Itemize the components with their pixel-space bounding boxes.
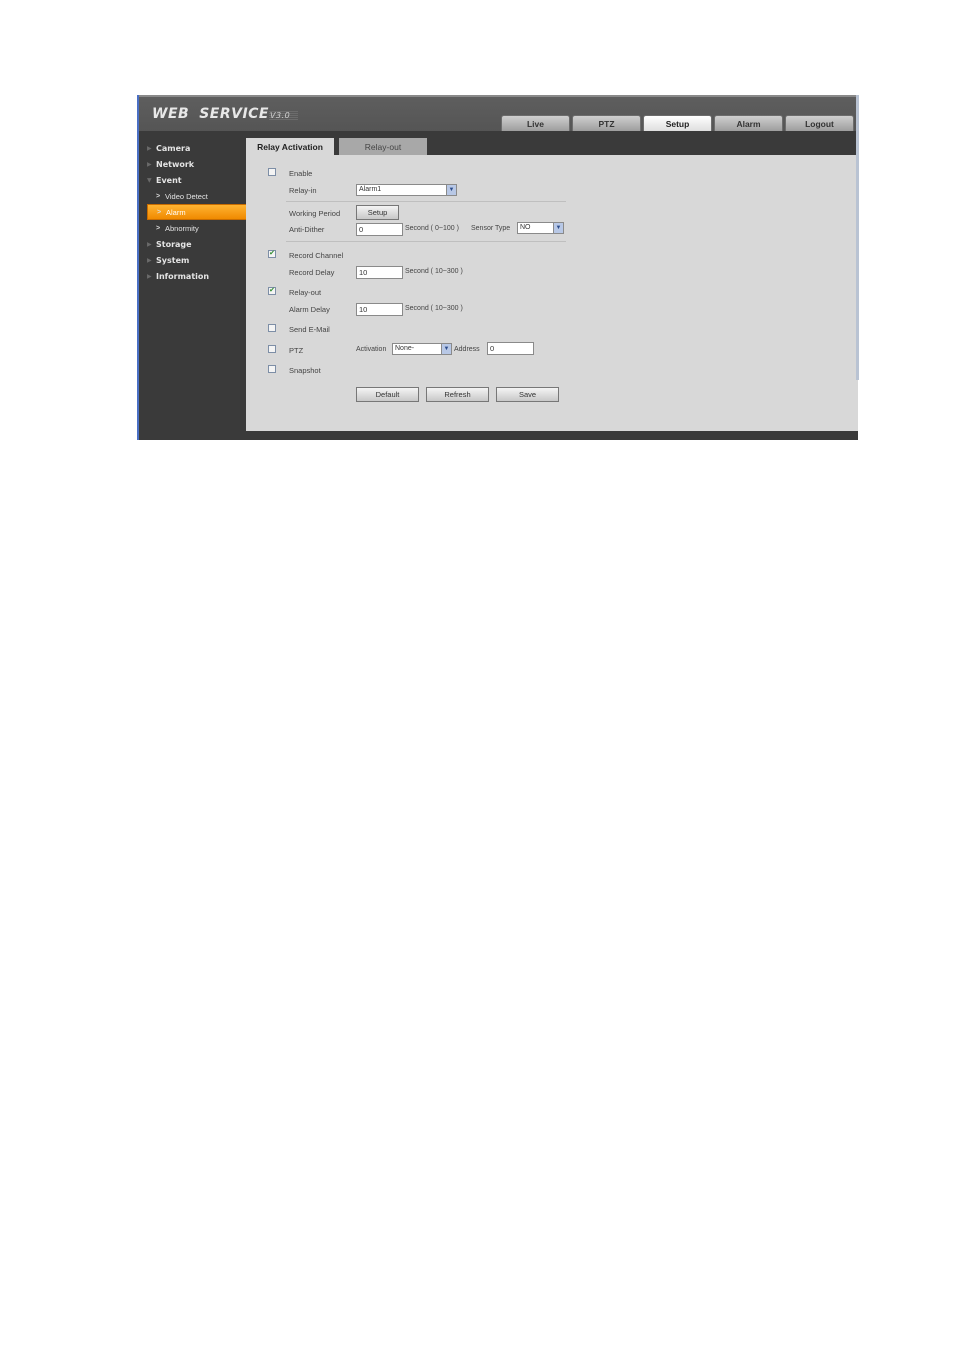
- content-tabs: Relay Activation Relay-out: [246, 138, 427, 155]
- settings-panel: Enable Relay-in Alarm1 ▼ Working Period …: [246, 155, 858, 431]
- ptz-checkbox[interactable]: [268, 345, 276, 353]
- sidebar-subitem-label: Video Detect: [165, 191, 208, 201]
- triangle-down-icon: ▼: [147, 176, 152, 184]
- sensor-type-label: Sensor Type: [471, 225, 511, 232]
- header-bar: WEB SERVICEV3.0 Live PTZ Setup Alarm Logo…: [139, 95, 858, 132]
- save-button[interactable]: Save: [496, 387, 559, 402]
- record-delay-input[interactable]: 10: [356, 266, 403, 279]
- logo-service: SERVICE: [199, 106, 269, 122]
- sidebar-item-network[interactable]: ▶ Network: [147, 156, 247, 172]
- sidebar-subitem-label: Alarm: [166, 207, 186, 217]
- triangle-right-icon: ▶: [147, 256, 152, 264]
- nav-tab-alarm[interactable]: Alarm: [714, 115, 783, 132]
- sidebar-subitem-video-detect[interactable]: > Video Detect: [147, 188, 247, 204]
- default-button[interactable]: Default: [356, 387, 419, 402]
- chevron-down-icon[interactable]: ▼: [553, 223, 563, 233]
- sidebar-item-information[interactable]: ▶ Information: [147, 268, 247, 284]
- relay-in-select[interactable]: Alarm1 ▼: [356, 184, 457, 196]
- anti-dither-unit: Second ( 0~100 ): [405, 225, 459, 232]
- sidebar-item-storage[interactable]: ▶ Storage: [147, 236, 247, 252]
- anti-dither-input[interactable]: 0: [356, 223, 403, 236]
- sidebar-item-event[interactable]: ▼ Event: [147, 172, 247, 188]
- alarm-delay-label: Alarm Delay: [289, 305, 330, 314]
- snapshot-checkbox[interactable]: [268, 365, 276, 373]
- activation-select[interactable]: None- ▼: [392, 343, 452, 355]
- chevron-right-icon: >: [156, 224, 161, 232]
- address-label: Address: [454, 346, 480, 353]
- sidebar-item-label: Event: [156, 175, 182, 185]
- sidebar-subitem-alarm[interactable]: > Alarm: [147, 204, 247, 220]
- relay-in-value: Alarm1: [359, 186, 382, 193]
- record-delay-label: Record Delay: [289, 268, 335, 277]
- triangle-right-icon: ▶: [147, 240, 152, 248]
- sidebar-item-label: System: [156, 255, 190, 265]
- alarm-delay-unit: Second ( 10~300 ): [405, 305, 463, 312]
- chevron-right-icon: >: [157, 208, 162, 216]
- sensor-type-value: NO: [520, 224, 531, 231]
- tab-relay-out[interactable]: Relay-out: [339, 138, 427, 155]
- logo-web: WEB: [152, 106, 190, 122]
- divider: [286, 201, 566, 202]
- sidebar-subitem-label: Abnormity: [165, 223, 199, 233]
- sidebar-item-system[interactable]: ▶ System: [147, 252, 247, 268]
- sidebar-item-label: Information: [156, 271, 210, 281]
- relay-out-label: Relay-out: [289, 288, 322, 297]
- address-input[interactable]: 0: [487, 342, 534, 355]
- record-delay-unit: Second ( 10~300 ): [405, 268, 463, 275]
- enable-checkbox[interactable]: [268, 168, 276, 176]
- anti-dither-label: Anti-Dither: [289, 225, 325, 234]
- logo-version: V3.0: [269, 111, 299, 120]
- triangle-right-icon: ▶: [147, 144, 152, 152]
- working-period-label: Working Period: [289, 209, 341, 218]
- enable-label: Enable: [289, 169, 313, 178]
- triangle-right-icon: ▶: [147, 272, 152, 280]
- send-email-checkbox[interactable]: [268, 324, 276, 332]
- nav-tab-logout[interactable]: Logout: [785, 115, 854, 132]
- sidebar-item-label: Network: [156, 159, 195, 169]
- nav-tab-ptz[interactable]: PTZ: [572, 115, 641, 132]
- ptz-label: PTZ: [289, 346, 304, 355]
- refresh-button[interactable]: Refresh: [426, 387, 489, 402]
- relay-in-label: Relay-in: [289, 186, 317, 195]
- activation-label: Activation: [356, 346, 387, 353]
- snapshot-label: Snapshot: [289, 366, 321, 375]
- sidebar-subitem-abnormity[interactable]: > Abnormity: [147, 220, 247, 236]
- chevron-down-icon[interactable]: ▼: [441, 344, 451, 354]
- nav-tab-setup[interactable]: Setup: [643, 115, 712, 132]
- sidebar-item-label: Camera: [156, 143, 191, 153]
- tab-relay-activation[interactable]: Relay Activation: [246, 138, 334, 155]
- activation-value: None-: [395, 345, 415, 352]
- triangle-right-icon: ▶: [147, 160, 152, 168]
- record-channel-label: Record Channel: [289, 251, 344, 260]
- record-channel-checkbox[interactable]: ✔: [268, 250, 276, 258]
- sidebar: ▶ Camera ▶ Network ▼ Event > Video Detec…: [147, 140, 247, 284]
- working-period-setup-button[interactable]: Setup: [356, 205, 399, 220]
- nav-tab-live[interactable]: Live: [501, 115, 570, 132]
- send-email-label: Send E-Mail: [289, 325, 330, 334]
- chevron-down-icon[interactable]: ▼: [446, 185, 456, 195]
- alarm-delay-input[interactable]: 10: [356, 303, 403, 316]
- web-service-window: WEB SERVICEV3.0 Live PTZ Setup Alarm Logo…: [137, 95, 858, 440]
- sidebar-item-camera[interactable]: ▶ Camera: [147, 140, 247, 156]
- chevron-right-icon: >: [156, 192, 161, 200]
- logo: WEB SERVICEV3.0: [152, 106, 299, 122]
- sensor-type-select[interactable]: NO ▼: [517, 222, 564, 234]
- relay-out-checkbox[interactable]: ✔: [268, 287, 276, 295]
- window-scrollbar[interactable]: [856, 95, 859, 380]
- divider: [286, 241, 566, 242]
- sidebar-item-label: Storage: [156, 239, 192, 249]
